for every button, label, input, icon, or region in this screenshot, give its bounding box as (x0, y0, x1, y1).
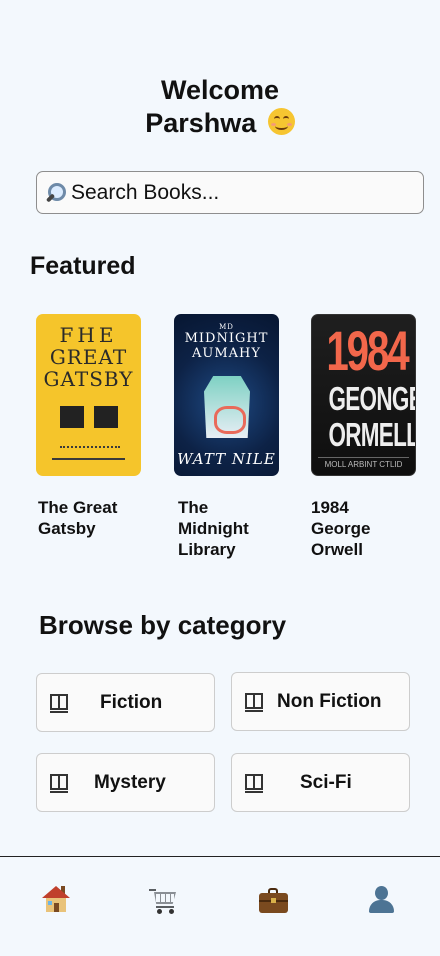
search-bar[interactable] (36, 171, 424, 214)
book-title[interactable]: The Midnight Library (178, 497, 268, 560)
book-icon (50, 774, 68, 793)
featured-book-great-gatsby[interactable]: FHE GREAT GATSBY The Great Gatsby (36, 314, 142, 539)
cover-title-line: MIDNIGHT (184, 331, 269, 346)
featured-book-1984[interactable]: 1984 GEONGE ORMELL MOLL ARBINT CTLID 198… (311, 314, 417, 560)
cover-title-line: GEONGE (328, 380, 416, 417)
welcome-label: Welcome (160, 75, 280, 105)
profile-icon[interactable] (366, 884, 398, 918)
cover-title-line: 1984 (326, 319, 409, 382)
featured-book-midnight-library[interactable]: MD MIDNIGHT AUMAHY WATT NILE The Midnigh… (174, 314, 280, 560)
cover-title-line: FHE (59, 323, 118, 347)
cover-title-line: AUMAHY (192, 346, 261, 361)
home-icon[interactable] (41, 884, 73, 918)
welcome-heading: Welcome Parshwa (0, 74, 440, 140)
book-title[interactable]: The Great Gatsby (38, 497, 133, 539)
book-icon (50, 694, 68, 713)
book-cover[interactable]: MD MIDNIGHT AUMAHY WATT NILE (174, 314, 279, 476)
cover-title-line: GREAT (49, 345, 128, 369)
category-sci-fi-button[interactable]: Sci-Fi (231, 753, 410, 812)
search-input[interactable] (71, 180, 401, 205)
category-mystery-button[interactable]: Mystery (36, 753, 215, 812)
browse-heading: Browse by category (39, 610, 287, 640)
book-icon (245, 774, 263, 793)
cover-author: WATT NILE (177, 450, 276, 468)
category-label: Sci-Fi (300, 772, 352, 793)
category-label: Fiction (100, 692, 163, 713)
category-non-fiction-button[interactable]: Non Fiction (231, 672, 410, 731)
cover-title-line: GATSBY (43, 367, 134, 391)
book-cover[interactable]: 1984 GEONGE ORMELL MOLL ARBINT CTLID (311, 314, 416, 476)
cover-subtitle: MOLL ARBINT CTLID (318, 457, 409, 469)
user-name: Parshwa (145, 108, 257, 138)
briefcase-icon[interactable] (258, 884, 290, 918)
cover-top-text: MD (219, 323, 234, 331)
category-label: Mystery (94, 772, 166, 793)
book-title[interactable]: 1984 George Orwell (311, 497, 386, 560)
magnifier-icon (45, 182, 67, 204)
cover-art (204, 376, 250, 438)
user-name-line: Parshwa (0, 107, 440, 140)
cover-title-line: ORMELL (328, 416, 416, 453)
bottom-nav-divider (0, 856, 440, 857)
featured-heading: Featured (30, 252, 136, 280)
cover-art (52, 446, 125, 460)
category-label: Non Fiction (277, 691, 382, 712)
book-icon (245, 693, 263, 712)
cover-art (60, 406, 118, 430)
category-fiction-button[interactable]: Fiction (36, 673, 215, 732)
cart-icon[interactable] (149, 884, 181, 918)
book-cover[interactable]: FHE GREAT GATSBY (36, 314, 141, 476)
smiling-face-icon (267, 108, 295, 135)
